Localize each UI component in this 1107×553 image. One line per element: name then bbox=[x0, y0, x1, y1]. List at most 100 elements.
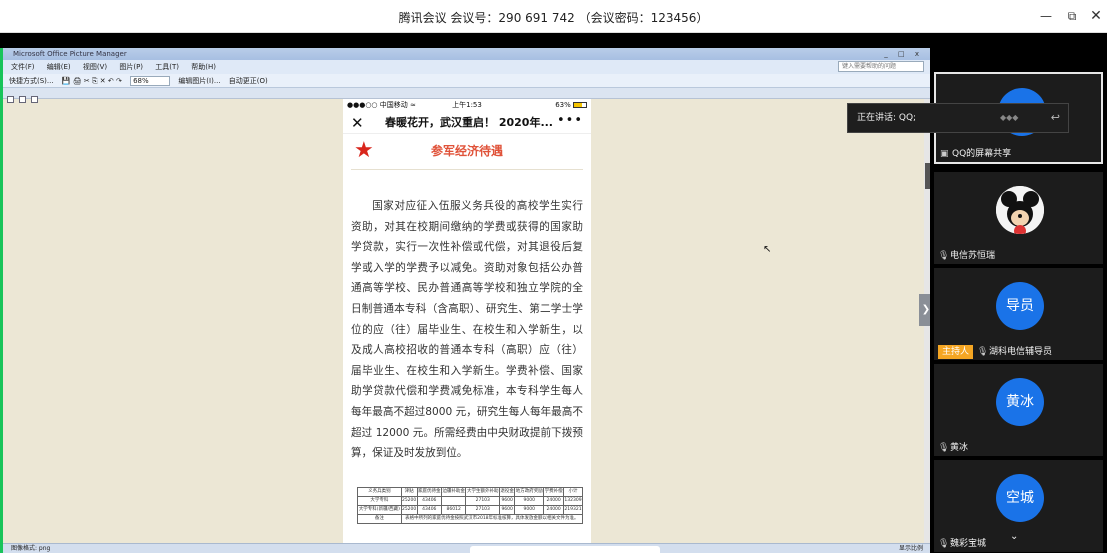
help-search-input[interactable]: 键入需要帮助的问题 bbox=[838, 61, 924, 72]
chevron-down-icon[interactable]: ⌄ bbox=[1010, 531, 1018, 542]
table-cell: 27103 bbox=[465, 496, 501, 506]
avatar: 导员 bbox=[996, 282, 1044, 330]
participant-tile[interactable]: 🎙电信苏恒瑞 bbox=[934, 172, 1103, 264]
table-cell: 27103 bbox=[465, 505, 501, 515]
edit-picture-button[interactable]: 编辑图片(I)... bbox=[178, 77, 220, 85]
shared-screen: Microsoft Office Picture Manager _ □ x 文… bbox=[0, 48, 930, 553]
close-icon: ✕ bbox=[351, 114, 364, 132]
table-row: 大学专科(新疆/西藏) 25200 43406 86012 27103 9600… bbox=[357, 505, 583, 515]
next-picture-button[interactable]: ❯ bbox=[919, 294, 930, 326]
avatar: 空城 bbox=[996, 474, 1044, 522]
table-cell: 大学专科(新疆/西藏) bbox=[357, 505, 402, 515]
speaking-text: 正在讲话: QQ; bbox=[857, 113, 917, 123]
mic-muted-icon: 🎙 bbox=[938, 538, 950, 549]
participant-tile-host[interactable]: 导员 主持人 🎙湖科电信辅导员 bbox=[934, 268, 1103, 360]
table-note: 表格中所列的家庭优待金按照武汉市2018年标准核算，具体发放金额以相关文件为准。 bbox=[400, 514, 584, 524]
restore-button[interactable]: ⧉ bbox=[1062, 6, 1082, 26]
table-header-cell: 义务兵类别 bbox=[357, 487, 402, 497]
menu-tools[interactable]: 工具(T) bbox=[155, 63, 179, 71]
table-row: 大学专科 25200 43406 27103 9600 9000 24000 1… bbox=[357, 496, 583, 506]
participant-name: 魏彩宝城 bbox=[950, 539, 987, 549]
mic-icon: 🎙 bbox=[977, 346, 989, 357]
table-header-cell: 边疆补助金 bbox=[440, 487, 467, 497]
menu-edit[interactable]: 编辑(E) bbox=[47, 63, 71, 71]
picture-manager-caption: Microsoft Office Picture Manager _ □ x bbox=[3, 48, 930, 60]
participant-label: 🎙黄冰 bbox=[938, 440, 968, 456]
picture-manager-title: Microsoft Office Picture Manager bbox=[13, 50, 127, 58]
section-heading: ★ 参军经济待遇 bbox=[351, 138, 583, 170]
participant-label: 🎙魏彩宝城 bbox=[938, 536, 986, 552]
meeting-title: 腾讯会议 会议号：290 691 742 （会议密码：123456） bbox=[398, 11, 709, 25]
section-heading-text: 参军经济待遇 bbox=[430, 144, 503, 158]
close-button[interactable]: ✕ bbox=[1086, 6, 1106, 26]
battery-icon bbox=[573, 102, 587, 108]
table-cell: 43406 bbox=[416, 505, 442, 515]
table-header-row: 义务兵类别 津贴 家庭优待金 边疆补助金 大学生额外补助 退役金 地方政府奖励 … bbox=[357, 487, 583, 497]
table-header-cell: 大学生额外补助 bbox=[465, 487, 501, 497]
table-cell: 132309 bbox=[563, 496, 583, 506]
phone-screenshot: ●●●○○ 中国移动 ≈ 上午1:53 63% ✕ 春暖花开，武汉重启！ 202… bbox=[343, 99, 591, 543]
toolbar-icons[interactable]: 💾 🖨 ✂ ⎘ ✕ ↶ ↷ bbox=[62, 77, 122, 85]
participant-tile[interactable]: 黄冰 🎙黄冰 bbox=[934, 364, 1103, 456]
table-header-cell: 退役金 bbox=[499, 487, 516, 497]
minimize-button[interactable]: — bbox=[1036, 6, 1056, 26]
shortcuts-button[interactable]: 快捷方式(S)... bbox=[9, 77, 54, 85]
table-cell: 43406 bbox=[416, 496, 442, 506]
participant-name: 黄冰 bbox=[950, 443, 969, 453]
table-cell: 24000 bbox=[543, 505, 564, 515]
phone-time: 上午1:53 bbox=[452, 101, 482, 109]
filmstrip-view-icon[interactable] bbox=[19, 96, 26, 103]
table-cell: 9600 bbox=[499, 505, 516, 515]
window-titlebar: 腾讯会议 会议号：290 691 742 （会议密码：123456） — ⧉ ✕ bbox=[0, 0, 1107, 33]
speaking-indicator: 正在讲话: QQ; ◆◆◆ ↩ bbox=[847, 103, 1069, 133]
participant-label: ▣ QQ的屏幕共享 bbox=[940, 146, 1011, 162]
auto-correct-button[interactable]: 自动更正(O) bbox=[229, 77, 268, 85]
menu-file[interactable]: 文件(F) bbox=[11, 63, 35, 71]
table-header-cell: 家庭优待金 bbox=[416, 487, 442, 497]
table-cell: 86012 bbox=[440, 505, 467, 515]
participant-name: 电信苏恒瑞 bbox=[950, 251, 996, 261]
phone-status-bar: ●●●○○ 中国移动 ≈ 上午1:53 63% bbox=[343, 99, 591, 112]
audio-wave-icon: ◆◆◆ bbox=[1000, 113, 1019, 122]
picture-manager-menubar: 文件(F) 编辑(E) 视图(V) 图片(P) 工具(T) 帮助(H) bbox=[3, 60, 930, 74]
participant-label: 🎙电信苏恒瑞 bbox=[938, 248, 995, 264]
menu-help[interactable]: 帮助(H) bbox=[191, 63, 216, 71]
table-header-cell: 地方政府奖励 bbox=[514, 487, 545, 497]
participant-name: 湖科电信辅导员 bbox=[989, 347, 1053, 357]
article-navbar: ✕ 春暖花开，武汉重启！ 2020年... ••• bbox=[343, 112, 591, 134]
collapse-icon[interactable]: ↩ bbox=[1051, 104, 1060, 132]
screen-share-icon: ▣ bbox=[940, 148, 949, 159]
menu-view[interactable]: 视图(V) bbox=[83, 63, 107, 71]
table-cell: 219321 bbox=[563, 505, 583, 515]
table-cell: 25200 bbox=[400, 496, 418, 506]
table-note-label: 备注 bbox=[357, 514, 402, 524]
mouse-cursor-icon: ↖ bbox=[763, 244, 772, 255]
image-format-text: 图像格式: png bbox=[11, 545, 51, 552]
picture-manager-window-buttons[interactable]: _ □ x bbox=[884, 48, 923, 60]
thumbnail-view-icon[interactable] bbox=[7, 96, 14, 103]
article-title: 春暖花开，武汉重启！ 2020年... bbox=[385, 116, 553, 129]
participant-tile[interactable]: 空城 🎙魏彩宝城 bbox=[934, 460, 1103, 552]
table-cell: 24000 bbox=[543, 496, 564, 506]
avatar bbox=[996, 186, 1044, 234]
mic-muted-icon: 🎙 bbox=[938, 250, 950, 261]
mickey-avatar-icon bbox=[996, 186, 1044, 234]
zoom-label: 显示比例 bbox=[898, 545, 923, 552]
zoom-select[interactable]: 68% bbox=[130, 76, 171, 86]
single-view-icon[interactable] bbox=[31, 96, 38, 103]
menu-picture[interactable]: 图片(P) bbox=[119, 63, 143, 71]
article-body: 国家对应征入伍服义务兵役的高校学生实行资助，对其在校期间缴纳的学费或获得的国家助… bbox=[351, 200, 583, 460]
table-cell: 9000 bbox=[514, 496, 545, 506]
view-mode-bar bbox=[3, 88, 930, 103]
table-cell bbox=[440, 496, 467, 506]
table-cell: 大学专科 bbox=[357, 496, 402, 506]
participant-name: QQ的屏幕共享 bbox=[952, 149, 1012, 159]
avatar: 黄冰 bbox=[996, 378, 1044, 426]
participant-label: 主持人 🎙湖科电信辅导员 bbox=[938, 344, 1052, 360]
mic-muted-icon: 🎙 bbox=[938, 442, 950, 453]
table-cell: 9600 bbox=[499, 496, 516, 506]
table-header-cell: 学费补偿 bbox=[543, 487, 564, 497]
battery-percent: 63% bbox=[555, 101, 571, 109]
picture-manager-statusbar: 图像格式: png 显示比例 bbox=[3, 543, 930, 553]
floating-toolbar-handle[interactable] bbox=[470, 546, 660, 553]
